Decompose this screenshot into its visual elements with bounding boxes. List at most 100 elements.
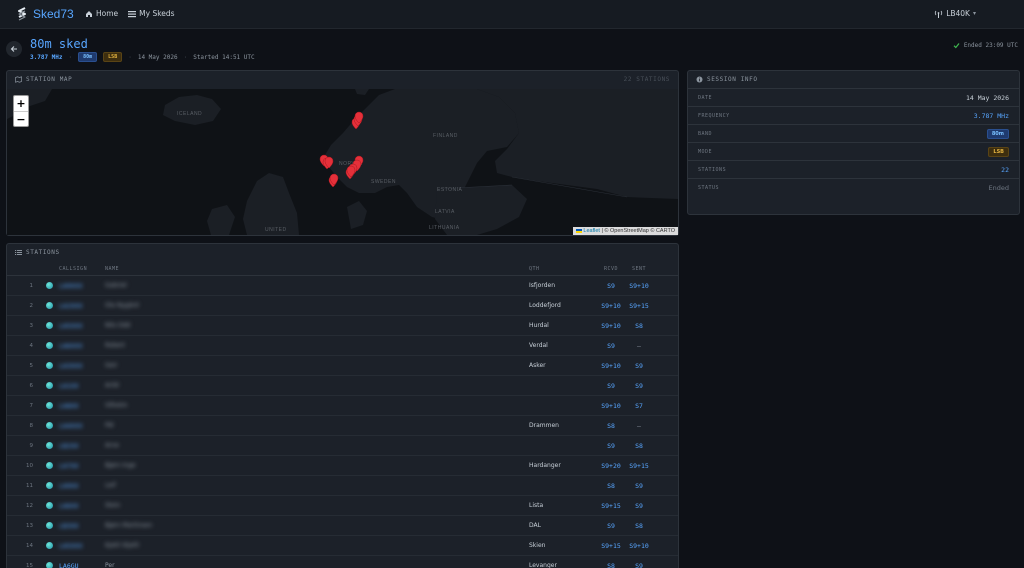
check-icon bbox=[953, 43, 960, 49]
status-dot-icon bbox=[45, 562, 53, 568]
info-value-date: 14 May 2026 bbox=[965, 93, 1009, 102]
table-header: CALLSIGN NAME QTH RCVD SENT bbox=[7, 262, 678, 276]
col-sent[interactable]: SENT bbox=[629, 266, 649, 272]
arrow-left-icon bbox=[10, 46, 17, 52]
map-canvas[interactable]: ICELAND FINLAND NORWAY SWEDEN ESTONIA LA… bbox=[7, 89, 678, 235]
nav-my-skeds[interactable]: My Skeds bbox=[128, 9, 175, 18]
table-row[interactable]: 12 LA6XX Stein Lista S9+15 S9 bbox=[7, 496, 678, 516]
row-number: 8 bbox=[29, 422, 34, 429]
map-markers bbox=[319, 111, 364, 188]
ended-text: Ended 23:09 UTC bbox=[963, 42, 1018, 49]
nav-home[interactable]: Home bbox=[85, 9, 118, 18]
started-text: Started 14:51 UTC bbox=[193, 53, 255, 61]
ukraine-flag-icon bbox=[575, 228, 582, 233]
station-rcvd: S9+10 bbox=[601, 401, 621, 410]
table-row[interactable]: 6 LA1XX Arild S9 S9 bbox=[7, 376, 678, 396]
table-row[interactable]: 4 LA6XXX Robert Verdal S9 – bbox=[7, 336, 678, 356]
col-callsign[interactable]: CALLSIGN bbox=[59, 266, 105, 272]
station-qth: Hurdal bbox=[529, 322, 549, 329]
station-callsign[interactable]: LB3XX bbox=[59, 522, 105, 530]
station-name: Stein bbox=[105, 502, 121, 509]
zoom-in-button[interactable]: + bbox=[14, 96, 28, 111]
table-row[interactable]: 14 LA5XXX Kjetil (Kjell) Skien S9+15 S9+10 bbox=[7, 536, 678, 556]
station-callsign[interactable]: LA6GU bbox=[59, 562, 105, 568]
station-callsign[interactable]: LA9XXX bbox=[59, 282, 105, 290]
map-attribution: Leaflet | © OpenStreetMap © CARTO bbox=[572, 227, 678, 235]
col-name[interactable]: NAME bbox=[105, 266, 529, 272]
app-name: Sked73 bbox=[33, 6, 74, 21]
band-badge: 80m bbox=[78, 52, 98, 62]
nav-home-label: Home bbox=[96, 9, 119, 18]
row-status bbox=[39, 482, 59, 489]
leaflet-link[interactable]: Leaflet bbox=[583, 228, 600, 234]
table-row[interactable]: 11 LA9XX Leif S8 S9 bbox=[7, 476, 678, 496]
station-rcvd: S9 bbox=[607, 381, 615, 390]
user-menu[interactable]: LB40K ▾ bbox=[934, 9, 976, 18]
station-qth: Hardanger bbox=[529, 462, 561, 469]
zoom-out-button[interactable]: − bbox=[14, 111, 28, 126]
stations-header-label: STATIONS bbox=[26, 249, 60, 256]
status-dot-icon bbox=[45, 462, 53, 469]
table-row[interactable]: 3 LA5XXX Nils Odd Hurdal S9+10 S8 bbox=[7, 316, 678, 336]
col-qth[interactable]: QTH bbox=[529, 266, 593, 272]
station-qth: Drammen bbox=[529, 422, 559, 429]
table-row[interactable]: 1 LA9XXX Gabriel Isfjorden S9 S9+10 bbox=[7, 276, 678, 296]
info-key: FREQUENCY bbox=[698, 112, 730, 119]
station-callsign[interactable]: LB2XX bbox=[59, 442, 105, 450]
row-status bbox=[39, 522, 59, 529]
station-name: Leif bbox=[105, 482, 116, 489]
table-row[interactable]: 2 LA2XXX Ola Nygård Loddefjord S9+10 S9+15 bbox=[7, 296, 678, 316]
station-count: 22 STATIONS bbox=[623, 76, 670, 83]
station-callsign[interactable]: LA5XXX bbox=[59, 542, 105, 550]
info-row-date: DATE 14 May 2026 bbox=[688, 88, 1019, 106]
station-callsign[interactable]: LA2XXX bbox=[59, 302, 105, 310]
info-icon bbox=[696, 76, 703, 83]
status-dot-icon bbox=[45, 382, 53, 389]
station-callsign[interactable]: LA3XXX bbox=[59, 362, 105, 370]
station-callsign[interactable]: LA6XXX bbox=[59, 342, 105, 350]
station-rcvd: S9 bbox=[607, 341, 615, 350]
table-row[interactable]: 13 LB3XX Bjørn Martinsen DAL S9 S8 bbox=[7, 516, 678, 536]
station-callsign[interactable]: LA8XX bbox=[59, 402, 105, 410]
station-name: Arild bbox=[105, 382, 119, 389]
map-icon bbox=[15, 76, 22, 83]
station-callsign[interactable]: LA5XXX bbox=[59, 322, 105, 330]
station-callsign[interactable]: LA4XXX bbox=[59, 422, 105, 430]
table-row[interactable]: 10 LA7XX Bjørn Inge Hardanger S9+20 S9+15 bbox=[7, 456, 678, 476]
station-rcvd: S8 bbox=[607, 481, 615, 490]
col-rcvd[interactable]: RCVD bbox=[593, 266, 629, 272]
back-button[interactable] bbox=[6, 41, 22, 57]
station-sent: S9 bbox=[635, 361, 643, 370]
station-callsign[interactable]: LA6XX bbox=[59, 502, 105, 510]
station-callsign[interactable]: LA7XX bbox=[59, 462, 105, 470]
table-row[interactable]: 5 LA3XXX Geir Asker S9+10 S9 bbox=[7, 356, 678, 376]
station-rcvd: S9 bbox=[607, 281, 615, 290]
row-number: 9 bbox=[29, 442, 34, 449]
station-name: Bjørn Martinsen bbox=[105, 522, 153, 529]
station-qth: Asker bbox=[529, 362, 546, 369]
table-row[interactable]: 9 LB2XX Arne S9 S8 bbox=[7, 436, 678, 456]
station-callsign[interactable]: LA1XX bbox=[59, 382, 105, 390]
status-dot-icon bbox=[45, 422, 53, 429]
station-sent: S7 bbox=[635, 401, 643, 410]
list-icon bbox=[15, 250, 22, 255]
frequency-text: 3.787 MHz bbox=[30, 53, 63, 61]
chevron-down-icon: ▾ bbox=[972, 10, 976, 17]
table-row[interactable]: 15 LA6GU Per Levanger S8 S9 bbox=[7, 556, 678, 568]
station-name: Ola Nygård bbox=[105, 302, 139, 309]
row-number: 15 bbox=[26, 562, 33, 568]
station-callsign[interactable]: LA9XX bbox=[59, 482, 105, 490]
station-rcvd: S9+20 bbox=[601, 461, 621, 470]
status-dot-icon bbox=[45, 402, 53, 409]
sked-logo-icon bbox=[18, 7, 26, 21]
station-name: Bjørn Inge bbox=[105, 462, 136, 469]
antenna-icon bbox=[935, 10, 943, 18]
brand[interactable]: Sked73 bbox=[15, 6, 74, 21]
status-dot-icon bbox=[45, 482, 53, 489]
top-bar: Sked73 Home My Skeds LB40K ▾ bbox=[0, 0, 1024, 29]
session-subline: 3.787 MHz · 80m LSB · 14 May 2026 · Star… bbox=[30, 52, 255, 62]
table-row[interactable]: 8 LA4XXX Pål Drammen S8 – bbox=[7, 416, 678, 436]
station-rcvd: S9+10 bbox=[601, 321, 621, 330]
row-status bbox=[39, 342, 59, 349]
table-row[interactable]: 7 LA8XX Vilhelm S9+10 S7 bbox=[7, 396, 678, 416]
